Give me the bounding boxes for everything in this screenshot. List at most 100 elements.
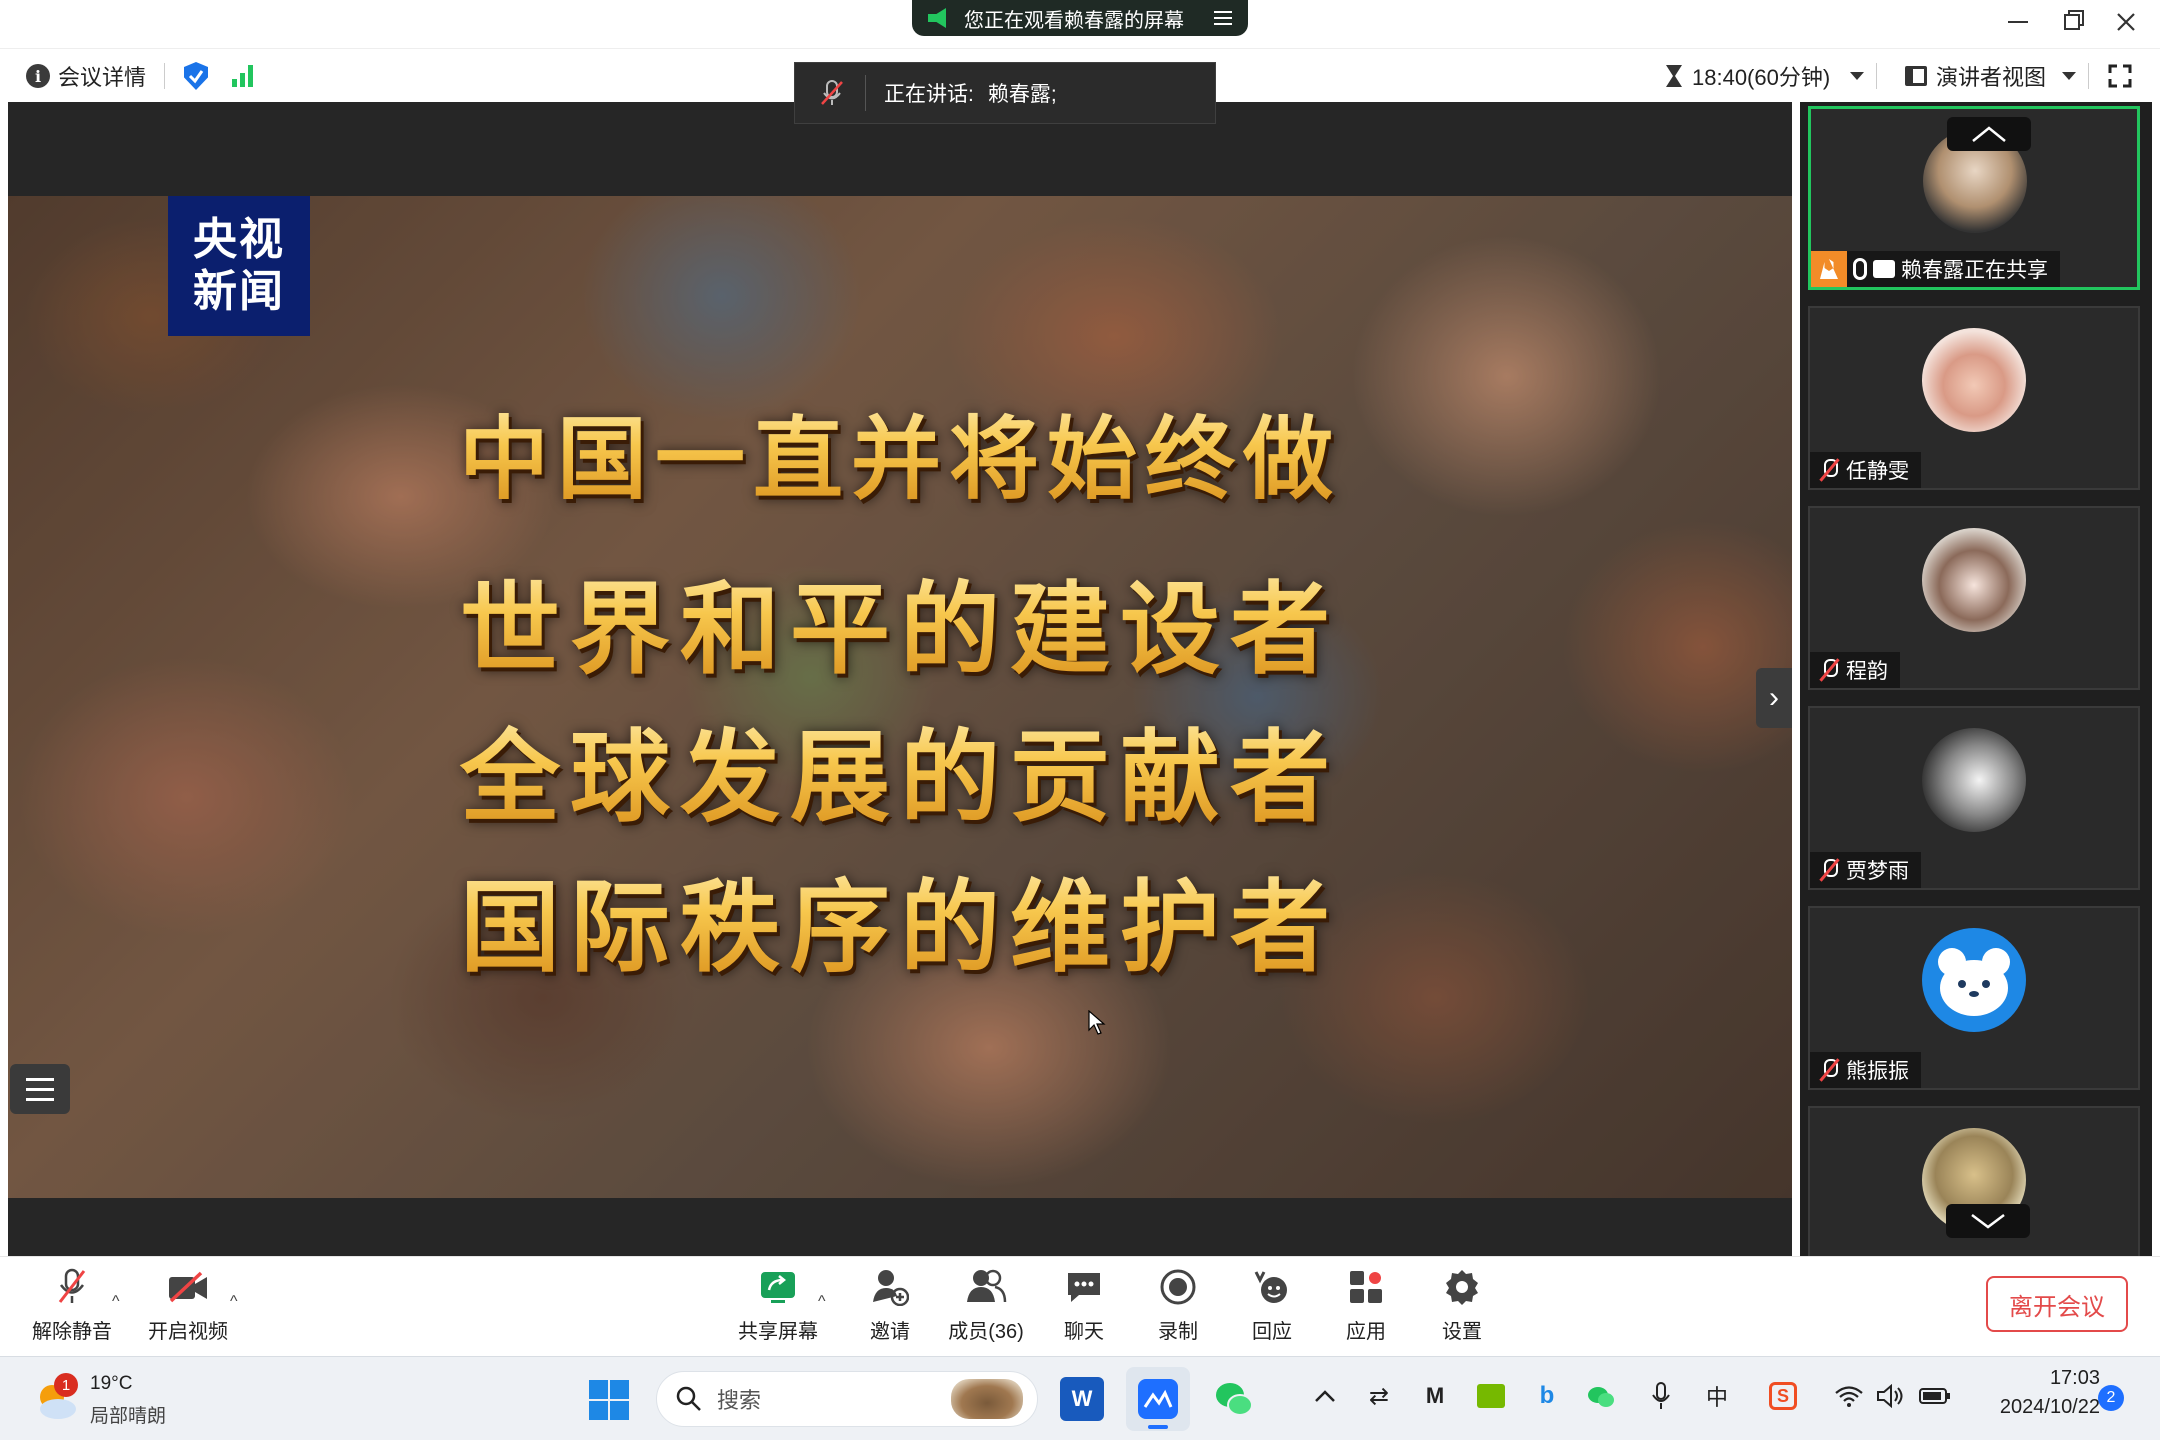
chevron-down-icon	[1850, 72, 1865, 80]
page-list-button[interactable]	[10, 1064, 70, 1114]
video-options-button[interactable]: ^	[230, 1293, 248, 1311]
windows-logo-icon	[589, 1380, 629, 1420]
leave-meeting-button[interactable]: 离开会议	[1986, 1276, 2128, 1332]
weather-widget[interactable]: 1	[32, 1373, 82, 1423]
start-video-button[interactable]: 开启视频	[138, 1265, 238, 1353]
avatar	[1922, 528, 2026, 632]
share-options-button[interactable]: ^	[818, 1293, 836, 1311]
avatar	[1922, 328, 2026, 432]
bing-tray-icon[interactable]: b	[1530, 1379, 1564, 1413]
im-tray-icon[interactable]: M	[1418, 1379, 1452, 1413]
show-hidden-icons-button[interactable]	[1308, 1379, 1342, 1413]
share-screen-button[interactable]: 共享屏幕	[728, 1265, 828, 1353]
close-button[interactable]	[2106, 4, 2146, 40]
meeting-timer[interactable]: 18:40(60分钟)	[1664, 49, 1865, 103]
divider	[164, 63, 165, 89]
participant-label: 贾梦雨	[1810, 852, 1921, 888]
invite-button[interactable]: 邀请	[840, 1265, 940, 1353]
shield-icon	[184, 62, 208, 90]
participant-label: 程韵	[1810, 652, 1900, 688]
speaker-view-icon	[1905, 66, 1927, 86]
wechat-tray-icon[interactable]	[1584, 1379, 1618, 1413]
search-placeholder: 搜索	[717, 1388, 762, 1413]
participant-tile[interactable]: 贾梦雨	[1808, 706, 2140, 890]
participant-tile[interactable]: 熊振振	[1808, 906, 2140, 1090]
add-user-icon	[868, 1265, 912, 1309]
unmute-button[interactable]: 解除静音	[22, 1265, 122, 1353]
slogan-line-1: 中国一直并将始终做	[8, 386, 1792, 516]
avatar	[1922, 928, 2026, 1032]
record-button[interactable]: 录制	[1128, 1265, 1228, 1353]
microphone-tray-icon[interactable]	[1644, 1379, 1678, 1413]
tencent-meeting-icon	[1138, 1379, 1178, 1419]
scroll-down-button[interactable]	[1946, 1204, 2030, 1238]
meeting-toolbar: 解除静音 ^ 开启视频 ^ 共享屏幕 ^ 邀请 成员(36) 聊天 录制 回应 …	[0, 1256, 2160, 1356]
meeting-app-taskbar-item[interactable]	[1126, 1367, 1190, 1431]
clock[interactable]: 17:03 2024/10/22	[1960, 1367, 2100, 1431]
participant-tile[interactable]: 程韵	[1808, 506, 2140, 690]
info-icon: i	[26, 64, 50, 88]
chat-button[interactable]: 聊天	[1034, 1265, 1134, 1353]
windows-taskbar: 1 19°C 局部晴朗 搜索 W ⇄ M b 中 S 17:03 2024/10…	[0, 1356, 2160, 1440]
settings-button[interactable]: 设置	[1412, 1265, 1512, 1353]
wifi-icon[interactable]	[1832, 1379, 1866, 1413]
clock-date: 2024/10/22	[1999, 1396, 2100, 1418]
divider	[1876, 63, 1877, 89]
network-status-button[interactable]	[232, 49, 253, 103]
avatar	[1922, 728, 2026, 832]
share-banner[interactable]: 您正在观看赖春露的屏幕	[912, 0, 1248, 36]
audio-options-button[interactable]: ^	[112, 1293, 130, 1311]
sogou-tray-icon[interactable]: S	[1766, 1379, 1800, 1413]
members-button[interactable]: 成员(36)	[936, 1265, 1036, 1353]
transfer-tray-icon[interactable]: ⇄	[1362, 1379, 1396, 1413]
restore-icon	[2064, 14, 2080, 30]
menu-icon[interactable]	[1214, 11, 1232, 25]
list-icon-line	[26, 1087, 54, 1091]
weather-temperature: 19°C	[90, 1373, 133, 1394]
restore-button[interactable]	[2052, 4, 2092, 40]
meeting-details-label: 会议详情	[58, 65, 147, 90]
mic-muted-icon	[1818, 1058, 1840, 1082]
participant-name: 贾梦雨	[1846, 860, 1909, 883]
input-method-indicator[interactable]: 中	[1700, 1379, 1734, 1413]
shared-screen[interactable]: 央视 新闻 中国一直并将始终做 世界和平的建设者 全球发展的贡献者 国际秩序的维护…	[8, 196, 1792, 1198]
security-button[interactable]	[184, 49, 208, 103]
word-app-icon[interactable]: W	[1060, 1377, 1104, 1421]
unmute-label: 解除静音	[32, 1321, 112, 1343]
start-button[interactable]	[588, 1379, 632, 1423]
react-button[interactable]: 回应	[1222, 1265, 1322, 1353]
scroll-up-button[interactable]	[1947, 117, 2031, 151]
participant-tile[interactable]: 任静雯	[1808, 306, 2140, 490]
fullscreen-button[interactable]	[2108, 49, 2132, 103]
mic-muted-icon	[1818, 658, 1840, 682]
participant-name: 熊振振	[1846, 1060, 1909, 1083]
active-indicator	[1148, 1425, 1168, 1429]
taskbar-search[interactable]: 搜索	[656, 1371, 1038, 1427]
minimize-button[interactable]	[1998, 4, 2038, 40]
meeting-details-button[interactable]: i 会议详情	[26, 49, 146, 103]
view-mode-label: 演讲者视图	[1936, 65, 2047, 90]
battery-icon[interactable]	[1918, 1379, 1952, 1413]
gear-icon	[1440, 1265, 1484, 1309]
close-icon	[2117, 13, 2135, 31]
participant-tile[interactable]	[1808, 1106, 2140, 1256]
host-icon	[1811, 251, 1847, 287]
wechat-app-icon[interactable]	[1212, 1377, 1256, 1421]
participant-name: 程韵	[1846, 660, 1888, 683]
header-separator-3	[2088, 49, 2089, 103]
slogan-line-2: 世界和平的建设者	[8, 548, 1792, 693]
participant-tile-host[interactable]: 赖春露正在共享	[1808, 106, 2140, 290]
divider	[865, 75, 866, 111]
sogou-icon: S	[1769, 1382, 1797, 1410]
weather-description: 局部晴朗	[90, 1406, 167, 1427]
nvidia-tray-icon[interactable]	[1474, 1379, 1508, 1413]
clock-time: 17:03	[2049, 1367, 2100, 1389]
fullscreen-icon	[2108, 64, 2132, 88]
view-mode-button[interactable]: 演讲者视图	[1904, 49, 2077, 103]
apps-button[interactable]: 应用	[1316, 1265, 1416, 1353]
volume-icon[interactable]	[1874, 1379, 1908, 1413]
apps-label: 应用	[1346, 1321, 1386, 1343]
share-screen-icon	[756, 1265, 800, 1309]
header-separator	[164, 49, 165, 103]
notification-badge[interactable]: 2	[2098, 1385, 2124, 1411]
